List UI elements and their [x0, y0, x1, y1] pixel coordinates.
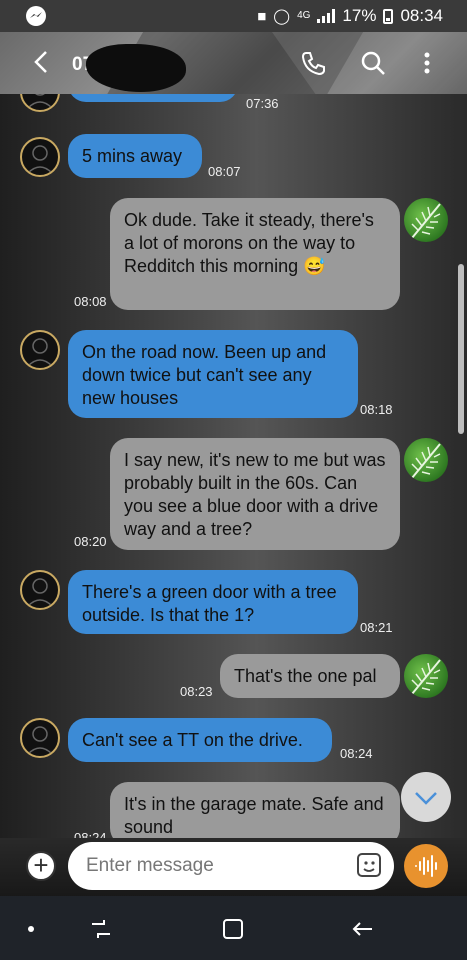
message-bubble-outgoing[interactable]: That's the one pal [220, 654, 400, 698]
message-time: 08:24 [340, 746, 373, 761]
my-avatar[interactable] [404, 198, 448, 242]
contact-avatar[interactable] [20, 94, 60, 112]
clock: 08:34 [400, 6, 443, 25]
sticker-icon[interactable] [356, 852, 384, 880]
signal-icon [317, 9, 336, 23]
contact-avatar[interactable] [20, 330, 60, 370]
more-vert-icon[interactable] [414, 50, 440, 76]
phone-icon[interactable] [300, 50, 326, 76]
add-attachment-button[interactable]: + [26, 851, 56, 881]
home-icon[interactable] [218, 914, 248, 944]
contact-avatar[interactable] [20, 570, 60, 610]
message-time: 08:20 [74, 534, 107, 549]
my-avatar[interactable] [404, 654, 448, 698]
message-bubble-incoming[interactable]: On the road now. Been up and down twice … [68, 330, 358, 418]
recent-apps-icon[interactable] [86, 914, 116, 944]
contact-avatar[interactable] [20, 718, 60, 758]
back-icon[interactable] [348, 914, 378, 944]
battery-percent: 17% [342, 6, 377, 25]
back-arrow-icon[interactable] [32, 50, 52, 73]
status-bar: ■ ◯ 4G 17% 08:34 [0, 0, 467, 32]
message-time: 08:21 [360, 620, 393, 635]
scroll-to-bottom-button[interactable] [401, 772, 451, 822]
message-time: 08:08 [74, 294, 107, 309]
messenger-icon [26, 6, 46, 26]
lock-icon: ■ [257, 7, 267, 25]
message-time: 08:24 [74, 830, 107, 838]
battery-icon [383, 8, 394, 24]
scrollbar[interactable] [458, 264, 464, 434]
message-time: 08:23 [180, 684, 213, 699]
message-bubble-incoming[interactable]: Can't see a TT on the drive. [68, 718, 332, 762]
network-type: 4G [297, 10, 311, 21]
message-time: 08:18 [360, 402, 393, 417]
message-bubble-incoming[interactable]: 5 mins away [68, 134, 202, 178]
voice-record-button[interactable] [404, 844, 448, 888]
message-bubble-outgoing[interactable]: I say new, it's new to me but was probab… [110, 438, 400, 550]
my-avatar[interactable] [404, 438, 448, 482]
message-bubble-incoming[interactable]: There's a green door with a tree outside… [68, 570, 358, 634]
message-time: 07:36 [246, 96, 279, 111]
compose-bar: + [0, 838, 467, 896]
message-input[interactable] [68, 842, 394, 890]
message-bubble-incoming[interactable]: Ok I head off in 5 [68, 94, 238, 102]
message-bubble-outgoing[interactable]: It's in the garage mate. Safe and sound [110, 782, 400, 838]
contact-avatar[interactable] [20, 137, 60, 177]
system-navigation-bar [0, 896, 467, 960]
redaction-mark [86, 44, 186, 92]
message-time: 08:07 [208, 164, 241, 179]
alarm-icon: ◯ [273, 8, 291, 25]
conversation-list[interactable]: Ok I head off in 5 07:36 5 mins away 08:… [0, 94, 467, 838]
message-bubble-outgoing[interactable]: Ok dude. Take it steady, there's a lot o… [110, 198, 400, 310]
conversation-header: 07 [0, 32, 467, 94]
nav-dot-icon[interactable] [16, 914, 46, 944]
search-icon[interactable] [360, 50, 386, 76]
